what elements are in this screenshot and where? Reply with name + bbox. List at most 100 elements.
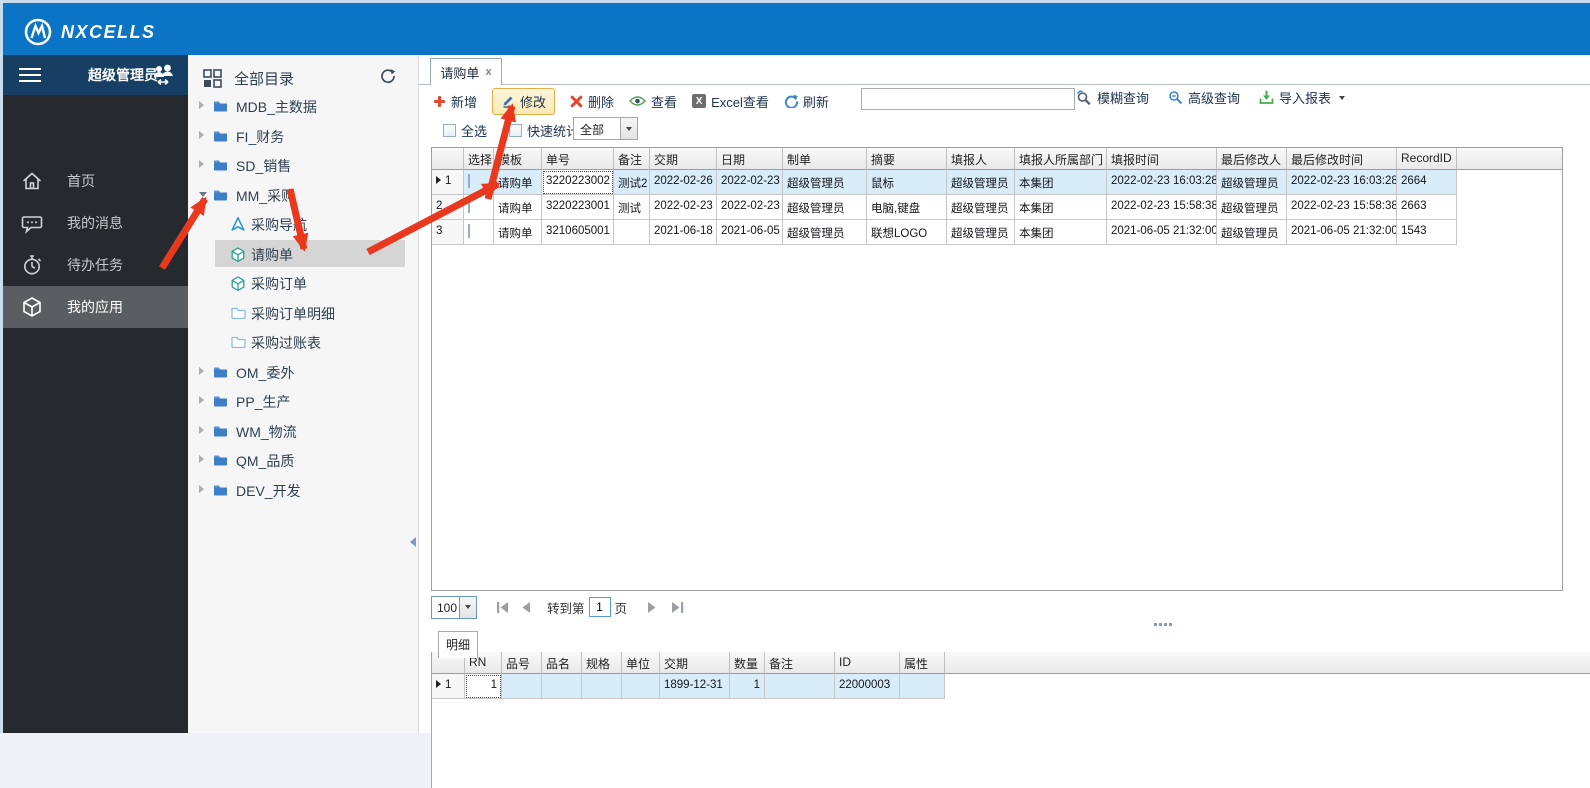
detail-row-1[interactable]: 111899-12-31122000003: [432, 674, 1590, 699]
row-number-cell[interactable]: 2: [432, 195, 464, 220]
column-header-品名[interactable]: 品名: [542, 652, 582, 674]
cell-最后修改人[interactable]: 超级管理员: [1217, 195, 1287, 220]
scope-dropdown[interactable]: 全部: [573, 117, 638, 140]
column-header-单位[interactable]: 单位: [622, 652, 660, 674]
grid-row-2[interactable]: 2请购单3220223001测试2022-02-232022-02-23超级管理…: [432, 195, 1562, 220]
select-all-checkbox[interactable]: [443, 124, 456, 137]
next-page-button[interactable]: [645, 601, 659, 614]
tree-collapsed-arrow-icon[interactable]: [199, 101, 204, 109]
row-select-cell[interactable]: [464, 220, 494, 245]
cell-日期[interactable]: 2021-06-05: [717, 220, 783, 245]
cell-单号[interactable]: 3220223001: [542, 195, 614, 220]
column-header-单号[interactable]: 单号: [542, 148, 614, 170]
menu-hamburger-icon[interactable]: [19, 64, 41, 86]
cell-品号[interactable]: [502, 674, 542, 699]
tree-item-MDB_主数据[interactable]: MDB_主数据: [188, 91, 418, 121]
cell-交期[interactable]: 2022-02-23: [650, 195, 717, 220]
prev-page-button[interactable]: [519, 601, 533, 614]
column-header-RecordID[interactable]: RecordID: [1397, 148, 1457, 170]
quick-stats-checkbox[interactable]: [509, 124, 522, 137]
cell-备注[interactable]: [614, 220, 650, 245]
fuzzy-query-button[interactable]: 模糊查询: [1076, 88, 1149, 107]
tree-item-SD_销售[interactable]: SD_销售: [188, 150, 418, 180]
tab-detail[interactable]: 明细: [438, 631, 478, 658]
cell-最后修改人[interactable]: 超级管理员: [1217, 170, 1287, 195]
cell-ID[interactable]: 22000003: [835, 674, 900, 699]
cell-摘要[interactable]: 联想LOGO: [867, 220, 947, 245]
row-number-cell[interactable]: 3: [432, 220, 464, 245]
column-header-品号[interactable]: 品号: [502, 652, 542, 674]
page-size-dropdown[interactable]: 100: [431, 596, 477, 619]
tree-collapsed-arrow-icon[interactable]: [199, 426, 204, 434]
column-header-填报时间[interactable]: 填报时间: [1107, 148, 1217, 170]
column-header-填报人[interactable]: 填报人: [947, 148, 1015, 170]
column-header-备注[interactable]: 备注: [614, 148, 650, 170]
tree-item-请购单[interactable]: 请购单: [188, 239, 418, 269]
tree-expanded-arrow-icon[interactable]: [199, 192, 207, 197]
tree-item-OM_委外[interactable]: OM_委外: [188, 357, 418, 387]
cell-日期[interactable]: 2022-02-23: [717, 195, 783, 220]
cell-RecordID[interactable]: 2664: [1397, 170, 1457, 195]
cell-填报人[interactable]: 超级管理员: [947, 195, 1015, 220]
sidebar-item-my-apps[interactable]: 我的应用: [3, 286, 188, 328]
delete-button[interactable]: 删除: [570, 92, 614, 111]
user-switch-icon[interactable]: [150, 63, 176, 87]
cell-最后修改人[interactable]: 超级管理员: [1217, 220, 1287, 245]
import-report-button[interactable]: 导入报表: [1259, 88, 1345, 107]
row-checkbox[interactable]: [468, 199, 470, 213]
tree-collapsed-arrow-icon[interactable]: [199, 160, 204, 168]
tab-request-order[interactable]: 请购单 x: [430, 58, 502, 85]
grid-row-3[interactable]: 3请购单32106050012021-06-182021-06-05超级管理员联…: [432, 220, 1562, 245]
column-header-选择[interactable]: 选择: [464, 148, 494, 170]
cell-模板[interactable]: 请购单: [494, 170, 542, 195]
column-header-摘要[interactable]: 摘要: [867, 148, 947, 170]
cell-数量[interactable]: 1: [730, 674, 765, 699]
row-checkbox[interactable]: [468, 224, 470, 238]
page-number-input[interactable]: [589, 597, 611, 617]
tree-item-DEV_开发[interactable]: DEV_开发: [188, 475, 418, 505]
tree-item-MM_采购[interactable]: MM_采购: [188, 180, 418, 210]
column-header-交期[interactable]: 交期: [660, 652, 730, 674]
refresh-icon[interactable]: [380, 68, 396, 84]
cell-模板[interactable]: 请购单: [494, 195, 542, 220]
cell-制单[interactable]: 超级管理员: [783, 195, 867, 220]
tree-collapsed-arrow-icon[interactable]: [199, 455, 204, 463]
cell-交期[interactable]: 2022-02-26: [650, 170, 717, 195]
cell-模板[interactable]: 请购单: [494, 220, 542, 245]
tree-item-采购订单[interactable]: 采购订单: [188, 268, 418, 298]
cell-填报人所属部门[interactable]: 本集团: [1015, 220, 1107, 245]
sidebar-item-todo-tasks[interactable]: 待办任务: [3, 244, 188, 286]
column-header-制单[interactable]: 制单: [783, 148, 867, 170]
column-header-ID[interactable]: ID: [835, 652, 900, 674]
column-header-交期[interactable]: 交期: [650, 148, 717, 170]
tree-item-采购订单明细[interactable]: 采购订单明细: [188, 298, 418, 328]
cell-最后修改时间[interactable]: 2022-02-23 16:03:28: [1287, 170, 1397, 195]
sidebar-item-home[interactable]: 首页: [3, 160, 188, 202]
tree-collapsed-arrow-icon[interactable]: [199, 131, 204, 139]
excel-view-button[interactable]: X Excel查看: [692, 92, 769, 111]
cell-制单[interactable]: 超级管理员: [783, 170, 867, 195]
tree-item-采购过账表[interactable]: 采购过账表: [188, 327, 418, 357]
column-header-日期[interactable]: 日期: [717, 148, 783, 170]
add-button[interactable]: 新增: [433, 92, 477, 111]
tree-item-PP_生产[interactable]: PP_生产: [188, 386, 418, 416]
splitter-handle[interactable]: [1154, 623, 1172, 626]
cell-交期[interactable]: 1899-12-31: [660, 674, 730, 699]
row-number-cell[interactable]: 1: [432, 170, 464, 195]
cell-日期[interactable]: 2022-02-23: [717, 170, 783, 195]
cell-摘要[interactable]: 鼠标: [867, 170, 947, 195]
panel-collapse-icon[interactable]: [410, 537, 416, 547]
column-header-最后修改时间[interactable]: 最后修改时间: [1287, 148, 1397, 170]
cell-备注[interactable]: [765, 674, 835, 699]
first-page-button[interactable]: [495, 601, 511, 614]
tree-item-FI_财务[interactable]: FI_财务: [188, 121, 418, 151]
search-input[interactable]: [861, 88, 1075, 110]
cell-填报人[interactable]: 超级管理员: [947, 170, 1015, 195]
cell-填报时间[interactable]: 2021-06-05 21:32:00: [1107, 220, 1217, 245]
cell-备注[interactable]: 测试2: [614, 170, 650, 195]
row-select-cell[interactable]: [464, 170, 494, 195]
row-checkbox[interactable]: [468, 174, 470, 188]
cell-制单[interactable]: 超级管理员: [783, 220, 867, 245]
tree-item-采购导航[interactable]: 采购导航: [188, 209, 418, 239]
cell-属性[interactable]: [900, 674, 945, 699]
